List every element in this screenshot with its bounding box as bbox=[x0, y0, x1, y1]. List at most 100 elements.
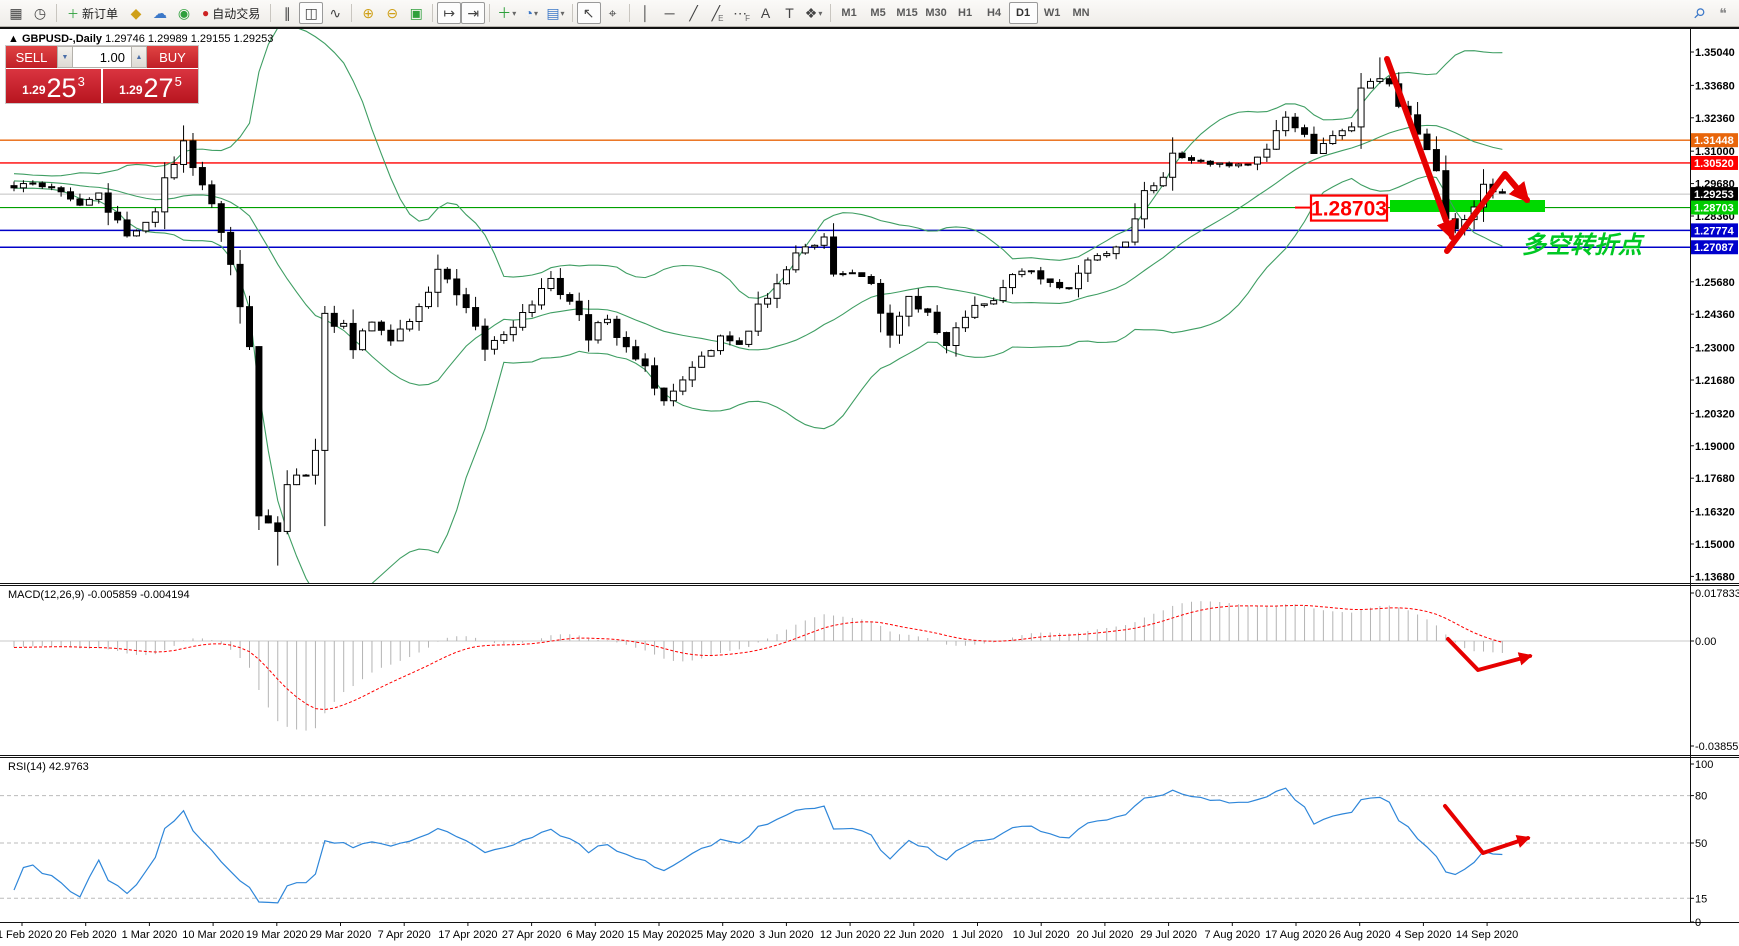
date-label: 26 Aug 2020 bbox=[1329, 929, 1391, 941]
chart-shift-icon[interactable]: ⇥ bbox=[461, 2, 486, 24]
data-window-icon[interactable]: ☁ bbox=[148, 2, 172, 24]
candle-body bbox=[1065, 287, 1073, 290]
horizontal-line-icon[interactable]: ─ bbox=[658, 2, 682, 24]
tile-windows-icon[interactable]: ▣ bbox=[404, 2, 428, 24]
volume-decrease-button[interactable]: ▼ bbox=[57, 46, 73, 68]
candle-chart-icon[interactable]: ◫ bbox=[299, 2, 324, 24]
buy-button[interactable]: BUY bbox=[147, 46, 198, 68]
candle-body bbox=[151, 211, 159, 223]
label-tool-icon[interactable]: T bbox=[778, 2, 802, 24]
cursor-icon[interactable]: ↖ bbox=[576, 2, 601, 24]
candle-body bbox=[208, 184, 216, 205]
timeframe-D1[interactable]: D1 bbox=[1008, 2, 1038, 24]
candle-body bbox=[641, 358, 649, 367]
candle-body bbox=[132, 230, 140, 237]
channel-icon[interactable]: ╱ E bbox=[706, 2, 730, 24]
autotrading-button[interactable]: ● 自动交易 bbox=[196, 2, 266, 24]
macd-label: MACD(12,26,9) -0.005859 -0.004194 bbox=[8, 589, 190, 601]
bar-chart-icon[interactable]: ∥ bbox=[275, 2, 299, 24]
timeframe-MN[interactable]: MN bbox=[1067, 2, 1096, 24]
new-order-button[interactable]: ＋ 新订单 bbox=[61, 2, 124, 24]
candle-body bbox=[1235, 163, 1243, 167]
svg-text:100: 100 bbox=[1695, 759, 1713, 771]
chat-icon[interactable]: ❝ bbox=[1711, 2, 1735, 24]
rsi-line bbox=[13, 787, 1503, 904]
candle-body bbox=[1122, 241, 1130, 248]
charts-window-icon[interactable]: ▦ bbox=[4, 2, 28, 24]
candle-body bbox=[1498, 191, 1506, 194]
annotation-arrow bbox=[1443, 804, 1531, 855]
candle-body bbox=[792, 252, 800, 271]
periods-button[interactable]: ◔ ▾ bbox=[519, 2, 543, 24]
candle-body bbox=[142, 221, 150, 232]
one-click-trading-panel: SELL ▼ ▲ BUY 1.29253 1.29275 bbox=[6, 46, 198, 103]
search-icon[interactable]: ⚲ bbox=[1687, 2, 1711, 24]
candle-body bbox=[490, 339, 498, 350]
text-tool-icon[interactable]: A bbox=[754, 2, 778, 24]
svg-text:-0.038559: -0.038559 bbox=[1695, 741, 1739, 753]
candle-body bbox=[114, 211, 122, 221]
candle-body bbox=[1103, 253, 1111, 257]
date-label: 11 Feb 2020 bbox=[0, 929, 52, 941]
candle-body bbox=[161, 177, 169, 213]
chart-canvas[interactable]: 1.350401.336801.323601.310001.296801.283… bbox=[0, 28, 1739, 946]
timeframe-H1[interactable]: H1 bbox=[951, 2, 980, 24]
market-watch-icon[interactable]: ◆ bbox=[124, 2, 148, 24]
svg-text:1.27774: 1.27774 bbox=[1694, 225, 1735, 237]
candle-body bbox=[801, 246, 809, 254]
zoom-in-icon[interactable]: ⊕ bbox=[356, 2, 380, 24]
crosshair-icon[interactable]: ⌖ bbox=[601, 2, 625, 24]
symbol-header: ▲ GBPUSD-,Daily 1.29746 1.29989 1.29155 … bbox=[8, 33, 273, 45]
buy-price[interactable]: 1.29 27 5 bbox=[103, 69, 198, 103]
sell-button[interactable]: SELL bbox=[6, 46, 57, 68]
candle-body bbox=[123, 219, 131, 237]
sell-price[interactable]: 1.29 25 3 bbox=[6, 69, 101, 103]
candle-body bbox=[1169, 152, 1177, 178]
volume-increase-button[interactable]: ▲ bbox=[131, 46, 147, 68]
price-tick: 1.32360 bbox=[1695, 113, 1735, 125]
price-tick: 1.33680 bbox=[1695, 80, 1735, 92]
candle-body bbox=[1188, 157, 1195, 161]
vertical-line-icon[interactable]: │ bbox=[634, 2, 658, 24]
timeframe-W1[interactable]: W1 bbox=[1038, 2, 1067, 24]
candle-body bbox=[538, 288, 546, 306]
candle-body bbox=[48, 186, 56, 189]
trendline-icon[interactable]: ╱ bbox=[682, 2, 706, 24]
timeframe-M30[interactable]: M30 bbox=[922, 2, 951, 24]
date-label: 27 Apr 2020 bbox=[502, 929, 561, 941]
candle-body bbox=[1244, 163, 1252, 166]
timeframe-M15[interactable]: M15 bbox=[893, 2, 922, 24]
fibonacci-icon[interactable]: ⋯ F bbox=[730, 2, 754, 24]
zoom-out-icon[interactable]: ⊖ bbox=[380, 2, 404, 24]
candle-body bbox=[905, 295, 913, 317]
svg-text:15: 15 bbox=[1695, 893, 1707, 905]
volume-input[interactable] bbox=[73, 46, 131, 68]
candle-body bbox=[29, 182, 37, 185]
candle-body bbox=[886, 312, 894, 336]
timeframe-M5[interactable]: M5 bbox=[864, 2, 893, 24]
date-label: 17 Aug 2020 bbox=[1265, 929, 1327, 941]
date-label: 17 Apr 2020 bbox=[438, 929, 497, 941]
timeframe-H4[interactable]: H4 bbox=[980, 2, 1009, 24]
candle-body bbox=[10, 185, 18, 189]
auto-scroll-icon[interactable]: ↦ bbox=[437, 2, 462, 24]
candle-body bbox=[1197, 159, 1205, 162]
candle-body bbox=[85, 198, 93, 206]
candle-body bbox=[302, 474, 310, 477]
collapse-icon[interactable]: ▲ bbox=[8, 33, 19, 45]
candle-body bbox=[189, 140, 197, 169]
line-chart-icon[interactable]: ∿ bbox=[323, 2, 347, 24]
template-button[interactable]: ▤ ▾ bbox=[543, 2, 567, 24]
profiles-icon[interactable]: ◷ bbox=[28, 2, 52, 24]
rsi-label: RSI(14) 42.9763 bbox=[8, 761, 89, 773]
candle-body bbox=[1037, 270, 1045, 280]
candle-body bbox=[246, 306, 253, 348]
timeframe-M1[interactable]: M1 bbox=[835, 2, 864, 24]
candle-body bbox=[1159, 176, 1167, 187]
date-label: 20 Feb 2020 bbox=[55, 929, 117, 941]
add-indicator-button[interactable]: ＋ ▾ bbox=[494, 2, 519, 24]
shapes-icon[interactable]: ❖ ▾ bbox=[802, 2, 826, 24]
candle-body bbox=[443, 268, 451, 280]
navigator-icon[interactable]: ◉ bbox=[172, 2, 196, 24]
candles bbox=[10, 57, 1506, 566]
